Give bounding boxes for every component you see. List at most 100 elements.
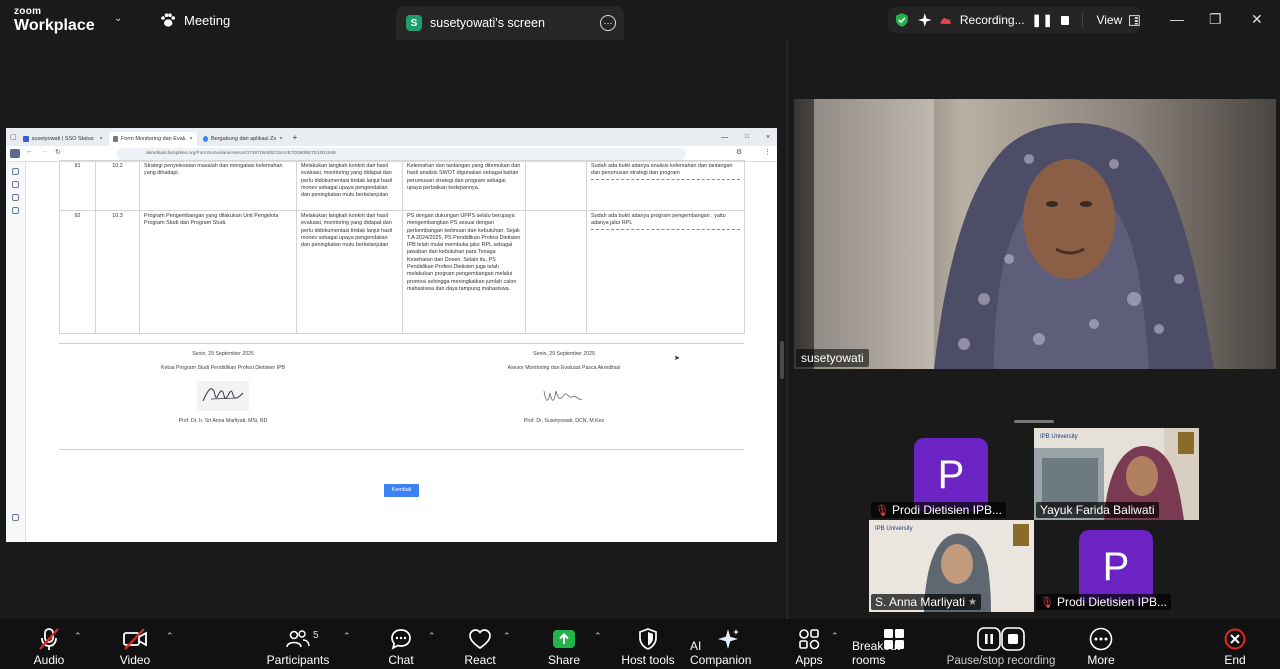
extensions-icon[interactable]: ⚙ (736, 148, 742, 156)
panel-resize-handle[interactable] (780, 341, 784, 379)
shared-screen: ▢ susetyowati | SSO Status × Form Monito… (6, 128, 777, 542)
participant-name-label: 🎙︎ Prodi Dietisien IPB... (1036, 594, 1172, 610)
chat-options-caret-icon[interactable]: ⌃ (428, 631, 436, 642)
back-icon[interactable]: ← (26, 148, 33, 155)
participant-tile[interactable]: IPB University S. Anna Marliyati ★ (869, 520, 1034, 612)
app-menu-chevron-icon[interactable]: ⌄ (114, 13, 122, 24)
pause-stop-recording-button[interactable]: Pause/stop recording (944, 619, 1058, 669)
breakout-rooms-button[interactable]: Breakout rooms (852, 619, 936, 669)
participant-count: 5 (313, 630, 319, 641)
forward-icon[interactable]: → (41, 148, 48, 155)
more-options-icon[interactable]: ⋯ (600, 15, 616, 31)
react-options-caret-icon[interactable]: ⌃ (503, 631, 511, 642)
stop-recording-icon[interactable] (1060, 15, 1070, 25)
tab-close-icon[interactable]: × (99, 136, 102, 142)
browser-menu-icon[interactable]: ⋮ (764, 148, 771, 156)
close-icon[interactable]: ✕ (1251, 11, 1263, 28)
end-icon (1224, 627, 1246, 651)
meeting-tab[interactable]: Meeting (160, 13, 230, 28)
assessor-note-cell[interactable]: Sudah ada bukti adanya analisis kelemaha… (586, 160, 745, 211)
participant-avatar: P (914, 438, 988, 512)
browser-restore-icon[interactable]: □ (745, 134, 749, 140)
title-bar: zoom Workplace ⌄ Meeting S susetyowati's… (0, 0, 1280, 41)
end-meeting-button[interactable]: End (1218, 619, 1252, 669)
audio-options-caret-icon[interactable]: ⌃ (74, 631, 82, 642)
view-button[interactable]: View (1096, 13, 1122, 27)
evaluation-table: 91 10.2 Strategi penyelesaian masalah da… (59, 160, 745, 334)
more-button[interactable]: More (1084, 619, 1118, 669)
copilot-icon[interactable] (12, 168, 19, 175)
ai-companion-button[interactable]: AI Companion (690, 619, 766, 669)
browser-sidebar-icon[interactable]: ▢ (10, 133, 17, 141)
empty-cell (525, 210, 587, 334)
active-speaker-video[interactable] (794, 99, 1276, 369)
svg-text:IPB University: IPB University (875, 526, 913, 532)
signature-image-right (543, 390, 583, 401)
host-tools-button[interactable]: Host tools (620, 619, 676, 669)
empty-cell (525, 160, 587, 211)
favorites-icon[interactable] (12, 207, 19, 214)
shared-screen-tab[interactable]: S susetyowati's screen ⋯ (396, 6, 624, 40)
favicon-icon (112, 136, 118, 142)
mic-muted-icon (38, 627, 60, 651)
favicon-icon (22, 136, 29, 142)
paw-icon (161, 13, 175, 27)
chat-button[interactable]: Chat (384, 619, 418, 669)
settings-icon[interactable] (12, 514, 19, 521)
host-shield-icon (638, 627, 658, 651)
participant-avatar: P (1079, 530, 1153, 604)
reload-icon[interactable]: ↻ (55, 148, 61, 156)
browser-minimize-icon[interactable]: — (721, 134, 728, 141)
history-icon[interactable] (12, 194, 19, 201)
participant-tile[interactable]: P 🎙︎ Prodi Dietisien IPB... (869, 428, 1034, 520)
share-options-caret-icon[interactable]: ⌃ (594, 631, 602, 642)
participant-name-label: Yayuk Farida Baliwati (1036, 502, 1159, 518)
breakout-rooms-icon (883, 627, 905, 651)
tab-close-icon[interactable]: × (279, 136, 282, 142)
shared-screen-title: susetyowati's screen (430, 16, 545, 30)
back-button[interactable]: Kembali (384, 484, 419, 497)
table-row: 92 10.3 Program Pengembangan yang dilaku… (59, 210, 745, 334)
new-tab-icon[interactable]: + (293, 133, 298, 142)
assessor-note-cell[interactable]: Sudah ada bukti adanya program pengemban… (586, 210, 745, 334)
recording-indicator: Recording... ❚❚ View (888, 7, 1140, 33)
participants-button[interactable]: Participants (262, 619, 334, 669)
table-row: 91 10.2 Strategi penyelesaian masalah da… (59, 160, 745, 211)
minimize-icon[interactable]: — (1170, 11, 1184, 27)
collections-icon[interactable] (12, 181, 19, 188)
share-button[interactable]: Share (544, 619, 584, 669)
speaker-name-label: susetyowati (796, 349, 869, 367)
signature-left: Senin, 29 September 2025 Ketua Program S… (161, 351, 285, 424)
participant-tile[interactable]: P 🎙︎ Prodi Dietisien IPB... (1034, 520, 1199, 612)
view-grid-icon[interactable] (1129, 14, 1140, 26)
apps-options-caret-icon[interactable]: ⌃ (831, 631, 839, 642)
url-field[interactable]: akreditasi.lamptkes.org/FormSurveilansAs… (116, 148, 686, 160)
signature-image-left (197, 380, 249, 411)
participant-name-label: S. Anna Marliyati ★ (871, 594, 982, 610)
browser-side-panel (6, 162, 26, 542)
mic-muted-icon: 🎙︎ (875, 504, 889, 517)
restore-icon[interactable]: ❐ (1209, 11, 1222, 28)
ai-sparkle-icon[interactable] (917, 12, 933, 28)
pause-recording-icon[interactable]: ❚❚ (1032, 13, 1054, 27)
browser-tab-active[interactable]: Form Monitoring dan Evaluasi × (108, 132, 197, 146)
pause-stop-icon (977, 627, 1025, 651)
browser-tab[interactable]: susetyowati | SSO Status × (19, 132, 107, 146)
tab-close-icon[interactable]: × (189, 136, 192, 142)
participants-options-caret-icon[interactable]: ⌃ (343, 631, 351, 642)
gallery-drag-handle[interactable] (1014, 420, 1054, 423)
security-shield-icon[interactable] (894, 12, 910, 28)
participant-tile[interactable]: IPB University Yayuk Farida Baliwati (1034, 428, 1199, 520)
react-button[interactable]: React (462, 619, 498, 669)
participant-name-label: 🎙︎ Prodi Dietisien IPB... (871, 502, 1007, 518)
apps-button[interactable]: Apps (792, 619, 826, 669)
video-options-caret-icon[interactable]: ⌃ (166, 631, 174, 642)
cloud-recording-icon (940, 18, 952, 24)
browser-tab[interactable]: Bergabung dari aplikasi Zoom × (199, 132, 287, 146)
sidebar-toggle-icon[interactable] (10, 149, 20, 158)
panel-divider (786, 41, 788, 619)
browser-close-icon[interactable]: × (766, 134, 770, 141)
audio-button[interactable]: Audio (26, 619, 72, 669)
more-icon (1089, 627, 1113, 651)
video-button[interactable]: Video (112, 619, 158, 669)
